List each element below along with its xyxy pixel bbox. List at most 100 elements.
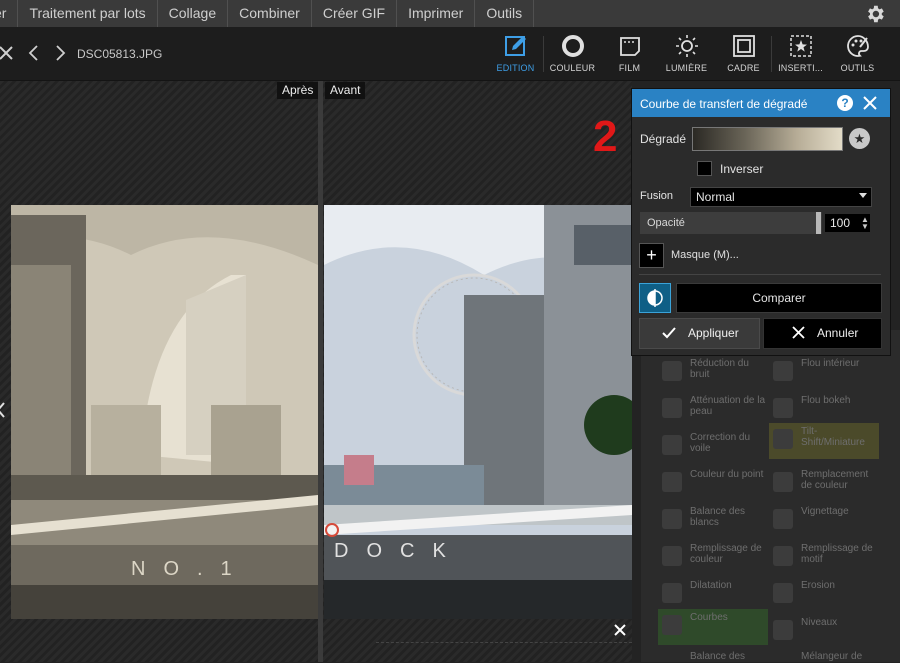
check-icon (662, 327, 676, 339)
chevron-down-icon (859, 193, 867, 198)
chevron-left-icon[interactable] (26, 45, 42, 61)
tab-lumiere[interactable]: LUMIÈRE (660, 32, 713, 76)
tool-vignette[interactable]: Vignettage (769, 503, 879, 537)
tool-color-replace[interactable]: Remplacement de couleur (769, 466, 879, 500)
svg-text:NO.1: NO.1 (131, 558, 250, 580)
brush-icon (662, 398, 682, 418)
menu-item-combine[interactable]: Combiner (228, 0, 312, 27)
chevron-left-icon[interactable] (0, 400, 6, 420)
color-city-image: DOCK (324, 205, 632, 619)
tool-dehaze[interactable]: Correction du voile (658, 429, 768, 463)
photo-after: NO.1 (11, 205, 318, 619)
opacity-label: Opacité (647, 217, 685, 229)
blend-label: Fusion (640, 190, 674, 202)
tab-label: CADRE (727, 63, 760, 73)
close-icon[interactable] (613, 623, 627, 637)
chevron-right-icon[interactable] (52, 45, 68, 61)
menu-item-tools[interactable]: Outils (475, 0, 535, 27)
tab-edition[interactable]: EDITION (489, 32, 542, 76)
opacity-slider[interactable]: Opacité (640, 212, 822, 234)
tool-tilt-shift[interactable]: Tilt-Shift/Miniature (769, 423, 879, 459)
tool-color-point[interactable]: Couleur du point (658, 466, 768, 500)
tool-label: Couleur du point (690, 469, 764, 480)
tool-label: Mélangeur de (801, 651, 863, 662)
tab-label: OUTILS (840, 63, 875, 73)
tool-label: Tilt-Shift/Miniature (801, 426, 865, 448)
tool-mixer[interactable]: Mélangeur de (769, 648, 879, 662)
film-icon (619, 37, 640, 56)
tab-label: EDITION (496, 63, 535, 73)
tab-separator (543, 36, 544, 72)
cancel-button[interactable]: Annuler (763, 318, 882, 349)
tab-label: LUMIÈRE (665, 63, 708, 73)
frame-icon (732, 35, 755, 57)
add-mask-button[interactable]: + (639, 243, 664, 268)
pattern-icon (773, 546, 793, 566)
tool-white-balance[interactable]: Balance des blancs (658, 503, 768, 537)
tool-skin-soften[interactable]: Atténuation de la peau (658, 392, 768, 426)
eyedropper-icon (662, 509, 682, 529)
tool-label: Flou intérieur (801, 358, 860, 369)
color-point-icon (662, 472, 682, 492)
step-number: 2 (593, 112, 618, 161)
close-icon (792, 326, 805, 339)
tab-label: INSERTI... (778, 63, 823, 73)
cancel-label: Annuler (817, 326, 859, 340)
apply-button[interactable]: Appliquer (639, 318, 760, 349)
opacity-input[interactable]: 100 ▲ ▼ (825, 214, 870, 232)
tool-pattern-fill[interactable]: Remplissage de motif (769, 540, 879, 574)
close-icon[interactable] (0, 45, 14, 61)
tool-label: Réduction du bruit (690, 358, 749, 380)
tab-insertion[interactable]: INSERTI... (771, 32, 827, 76)
menu-item-batch[interactable]: Traitement par lots (18, 0, 158, 27)
tool-erode[interactable]: Erosion (769, 577, 879, 611)
tab-couleur[interactable]: COULEUR (543, 32, 599, 76)
slider-handle[interactable] (816, 212, 821, 234)
blend-mode-select[interactable]: Normal (690, 187, 872, 207)
compare-button[interactable]: Comparer (676, 283, 882, 313)
tool-label: Remplissage de couleur (690, 543, 762, 565)
divider (639, 274, 881, 275)
tool-label: Remplissage de motif (801, 543, 873, 565)
tool-inner-blur[interactable]: Flou intérieur (769, 355, 879, 389)
dilate-icon (662, 583, 682, 603)
tool-levels[interactable]: Niveaux (769, 614, 879, 648)
invert-label: Inverser (720, 162, 764, 176)
tab-outils[interactable]: OUTILS (831, 32, 884, 76)
curves-icon (662, 615, 682, 635)
compare-divider[interactable] (318, 81, 323, 662)
after-label: Après (277, 82, 319, 99)
tool-color-fill[interactable]: Remplissage de couleur (658, 540, 768, 574)
sun-icon (675, 35, 698, 57)
tab-cadre[interactable]: CADRE (717, 32, 770, 76)
tool-label: Correction du voile (690, 432, 751, 454)
dialog-title: Courbe de transfert de dégradé (640, 97, 808, 111)
tool-balance[interactable]: Balance des (658, 648, 768, 662)
tool-label: Erosion (801, 580, 835, 591)
tool-bokeh-blur[interactable]: Flou bokeh (769, 392, 879, 426)
menu-item-create-gif[interactable]: Créer GIF (312, 0, 398, 27)
star-preset-icon[interactable]: ★ (849, 128, 870, 149)
tool-label: Niveaux (801, 617, 838, 628)
tool-dilate[interactable]: Dilatation (658, 577, 768, 611)
menu-item-collage[interactable]: Collage (158, 0, 229, 27)
menu-item-partial[interactable]: er (0, 0, 19, 27)
tool-label: Flou bokeh (801, 395, 851, 406)
spin-arrows-icon[interactable]: ▲ ▼ (861, 216, 869, 231)
erode-icon (773, 583, 793, 603)
noise-icon (662, 361, 682, 381)
tool-curves[interactable]: Courbes (658, 609, 768, 645)
photo-before: DOCK (324, 205, 632, 619)
gradient-picker[interactable] (692, 127, 843, 151)
invert-checkbox[interactable] (697, 161, 712, 176)
tab-film[interactable]: FILM (603, 32, 656, 76)
help-icon[interactable]: ? (837, 95, 853, 111)
mask-label[interactable]: Masque (M)... (671, 249, 739, 261)
menu-item-print[interactable]: Imprimer (397, 0, 476, 27)
tool-noise-reduction[interactable]: Réduction du bruit (658, 355, 768, 389)
file-name: DSC05813.JPG (77, 47, 163, 61)
close-icon[interactable] (862, 95, 878, 111)
split-compare-icon[interactable] (639, 283, 671, 313)
gear-icon[interactable] (864, 3, 886, 25)
tab-separator (771, 36, 772, 72)
